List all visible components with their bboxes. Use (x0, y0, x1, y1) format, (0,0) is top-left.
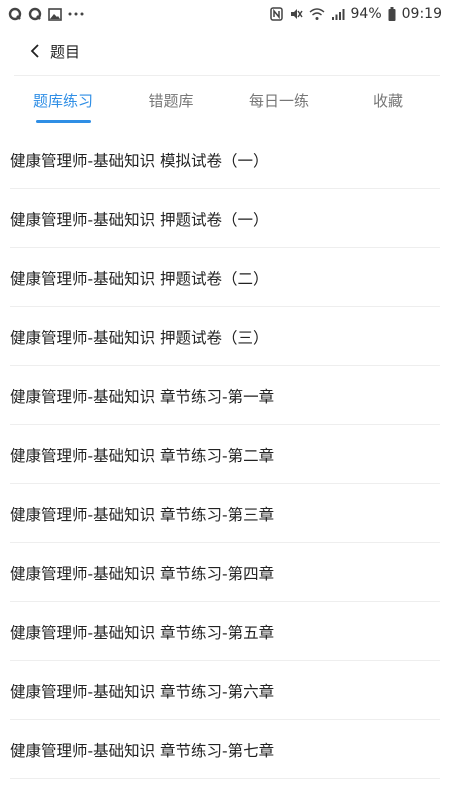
image-icon (48, 7, 62, 21)
list-item[interactable]: 健康管理师-基础知识 押题试卷（二） (0, 248, 450, 307)
active-tab-indicator (36, 120, 91, 123)
battery-icon (388, 7, 396, 21)
tab-wrong-questions[interactable]: 错题库 (136, 76, 206, 124)
page-title: 题目 (50, 42, 81, 61)
list-item[interactable]: 健康管理师-基础知识 章节练习-第三章 (0, 484, 450, 543)
list-item[interactable]: 健康管理师-基础知识 押题试卷（三） (0, 307, 450, 366)
status-left (8, 7, 84, 21)
list-item[interactable]: 健康管理师-基础知识 章节练习-第一章 (0, 366, 450, 425)
signal-icon (331, 8, 345, 20)
notification-q-icon (28, 7, 42, 21)
tab-question-bank-practice[interactable]: 题库练习 (26, 76, 100, 124)
list-item[interactable]: 健康管理师-基础知识 章节练习-第二章 (0, 425, 450, 484)
back-button[interactable]: 题目 (28, 41, 80, 62)
list-item[interactable]: 健康管理师-基础知识 章节练习-第四章 (0, 543, 450, 602)
nfc-icon (269, 7, 283, 21)
tab-bar: 题库练习 错题库 每日一练 收藏 (0, 76, 450, 124)
list-item[interactable]: 健康管理师-基础知识 章节练习-第七章 (0, 720, 450, 779)
chevron-left-icon (28, 44, 42, 58)
wifi-icon (309, 7, 325, 21)
list-item[interactable]: 健康管理师-基础知识 章节练习-第五章 (0, 602, 450, 661)
status-bar: 94% 09:19 (0, 0, 450, 28)
mute-icon (289, 7, 303, 21)
tab-daily-practice[interactable]: 每日一练 (240, 76, 318, 124)
list-item[interactable]: 健康管理师-基础知识 模拟试卷（一） (0, 130, 450, 189)
clock-time: 09:19 (401, 6, 442, 22)
notification-q-icon (8, 7, 22, 21)
status-right: 94% 09:19 (269, 6, 442, 22)
list-item[interactable]: 健康管理师-基础知识 章节练习-第六章 (0, 661, 450, 720)
header-bar: 题目 (0, 28, 450, 74)
question-set-list: 健康管理师-基础知识 模拟试卷（一） 健康管理师-基础知识 押题试卷（一） 健康… (0, 130, 450, 779)
list-item[interactable]: 健康管理师-基础知识 押题试卷（一） (0, 189, 450, 248)
battery-percent: 94% (350, 6, 382, 22)
tab-favorites[interactable]: 收藏 (362, 76, 414, 124)
more-dots-icon (68, 11, 84, 17)
